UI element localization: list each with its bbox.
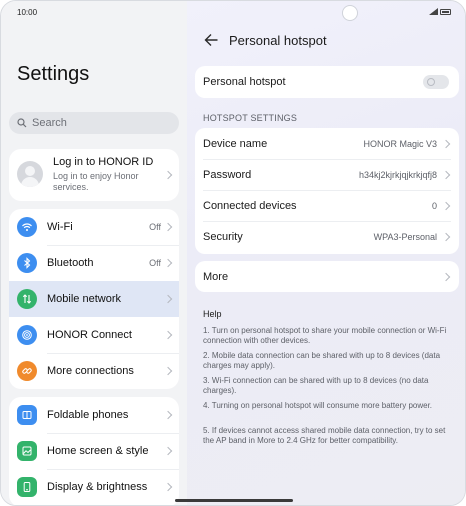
help-item: 4. Turning on personal hotspot will cons… (203, 401, 433, 410)
sidebar-item-honor-connect[interactable]: HONOR Connect (9, 317, 179, 353)
setting-label: Security (203, 231, 243, 243)
personal-hotspot-toggle-row[interactable]: Personal hotspot (195, 66, 459, 98)
status-icons (429, 8, 451, 15)
sidebar-item-label: Bluetooth (47, 257, 94, 269)
personal-hotspot-toggle[interactable] (423, 75, 449, 89)
login-title: Log in to HONOR ID (53, 156, 154, 168)
security-row[interactable]: Security WPA3-Personal (195, 221, 459, 252)
help-item: 1. Turn on personal hotspot to share you… (203, 326, 447, 345)
chevron-right-icon (163, 366, 173, 376)
signal-icon (429, 8, 438, 15)
bluetooth-icon (17, 253, 37, 273)
honor-id-login-card[interactable]: Log in to HONOR ID Log in to enjoy Honor… (9, 149, 179, 201)
setting-label: Device name (203, 138, 268, 150)
search-bar[interactable]: Search (9, 112, 179, 134)
password-row[interactable]: Password h34kj2kjrkjqjkrkjqfj8 (195, 159, 459, 190)
connected-devices-row[interactable]: Connected devices 0 (195, 190, 459, 221)
sidebar-item-home-screen[interactable]: Home screen & style (9, 433, 179, 469)
wifi-icon (17, 217, 37, 237)
setting-label: Connected devices (203, 200, 297, 212)
link-icon (17, 361, 37, 381)
chevron-right-icon (163, 294, 173, 304)
battery-icon (440, 8, 451, 15)
setting-value: WPA3-Personal (373, 232, 437, 242)
settings-pane: 10:00 Settings Search Log in to HONOR ID… (1, 1, 187, 505)
chevron-right-icon (163, 446, 173, 456)
chevron-right-icon (441, 272, 451, 282)
sidebar-item-label: Display & brightness (47, 481, 148, 493)
personal-hotspot-pane: Personal hotspot Personal hotspot HOTSPO… (187, 1, 465, 505)
setting-value: HONOR Magic V3 (363, 139, 437, 149)
chevron-right-icon (163, 330, 173, 340)
page-title: Personal hotspot (229, 33, 327, 48)
sidebar-item-label: Foldable phones (47, 409, 129, 421)
honor-connect-icon (17, 325, 37, 345)
login-subtitle: Log in to enjoy Honor services. (53, 171, 139, 192)
search-icon (17, 118, 27, 128)
sidebar-item-label: Home screen & style (47, 445, 149, 457)
help-item: 5. If devices cannot access shared mobil… (203, 426, 446, 445)
setting-label: Password (203, 169, 252, 181)
display-icon (17, 477, 37, 497)
settings-title: Settings (17, 63, 90, 85)
avatar-icon (17, 161, 43, 187)
device-name-row[interactable]: Device name HONOR Magic V3 (195, 128, 459, 159)
sidebar-item-foldable-phones[interactable]: Foldable phones (9, 397, 179, 433)
wifi-status: Off (149, 222, 161, 232)
help-item: 2. Mobile data connection can be shared … (203, 351, 441, 370)
hotspot-settings-card: Device name HONOR Magic V3 Password h34k… (195, 128, 459, 254)
sidebar-item-more-connections[interactable]: More connections (9, 353, 179, 389)
mobile-network-icon (17, 289, 37, 309)
search-placeholder: Search (32, 117, 67, 129)
home-indicator[interactable] (175, 499, 293, 502)
sidebar-item-display-brightness[interactable]: Display & brightness (9, 469, 179, 505)
screen: 10:00 Settings Search Log in to HONOR ID… (0, 0, 466, 506)
section-header: HOTSPOT SETTINGS (203, 113, 298, 123)
sidebar-item-mobile-network[interactable]: Mobile network (9, 281, 179, 317)
chevron-right-icon (441, 139, 451, 149)
sidebar-item-label: More connections (47, 365, 134, 377)
sidebar-item-label: Mobile network (47, 293, 121, 305)
sidebar-item-label: Wi-Fi (47, 221, 73, 233)
back-arrow-icon[interactable] (203, 33, 219, 47)
more-row[interactable]: More (195, 261, 459, 292)
personal-hotspot-label: Personal hotspot (203, 76, 286, 88)
sidebar-item-wifi[interactable]: Wi-Fi Off (9, 209, 179, 245)
chevron-right-icon (163, 410, 173, 420)
bluetooth-status: Off (149, 258, 161, 268)
status-time: 10:00 (17, 8, 38, 17)
device-group: Foldable phones Home screen & style Disp… (9, 397, 179, 505)
chevron-right-icon (163, 482, 173, 492)
chevron-right-icon (441, 232, 451, 242)
more-label: More (203, 271, 229, 283)
help-title: Help (203, 309, 222, 319)
chevron-right-icon (441, 201, 451, 211)
connectivity-group: Wi-Fi Off Bluetooth Off Mobile network H… (9, 209, 179, 389)
setting-value: h34kj2kjrkjqjkrkjqfj8 (358, 170, 437, 180)
foldable-icon (17, 405, 37, 425)
front-camera (342, 5, 358, 21)
home-screen-icon (17, 441, 37, 461)
chevron-right-icon (163, 170, 173, 180)
sidebar-item-label: HONOR Connect (47, 329, 132, 341)
chevron-right-icon (163, 258, 173, 268)
help-item: 3. Wi-Fi connection can be shared with u… (203, 376, 429, 395)
chevron-right-icon (163, 222, 173, 232)
sidebar-item-bluetooth[interactable]: Bluetooth Off (9, 245, 179, 281)
setting-value: 0 (431, 201, 437, 211)
chevron-right-icon (441, 170, 451, 180)
